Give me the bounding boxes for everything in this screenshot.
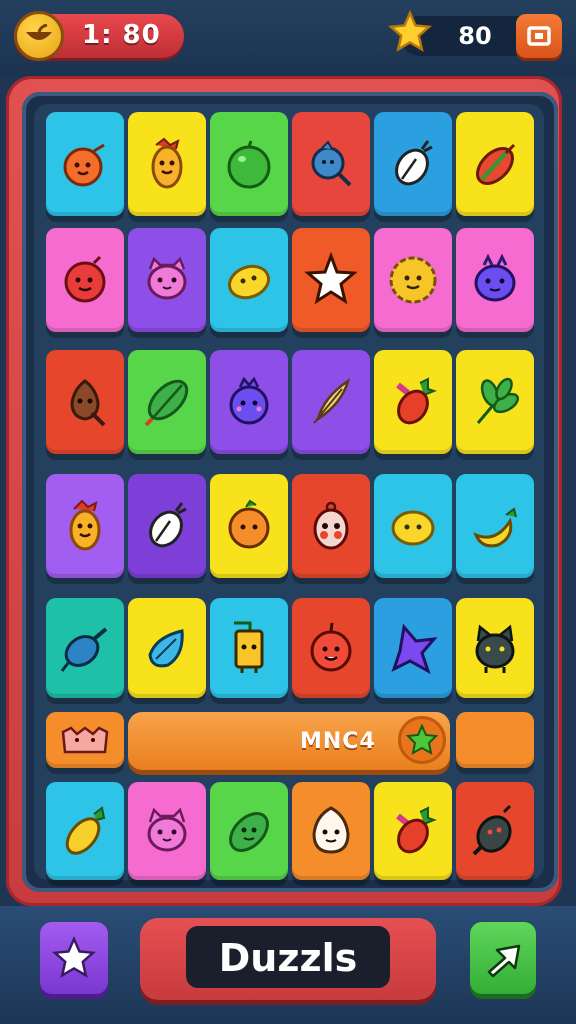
tile-sun-face[interactable] [374, 228, 452, 332]
tile-lemon-face[interactable] [210, 228, 288, 332]
tile-pear-dark[interactable] [456, 782, 534, 880]
tile-leaves[interactable] [456, 350, 534, 454]
arrow-right-icon [487, 944, 521, 978]
tile-orange-face[interactable] [210, 474, 288, 578]
tile-monster-face[interactable] [456, 228, 534, 332]
tile-cat-monster[interactable] [456, 598, 534, 698]
tile-star-purple[interactable] [374, 598, 452, 698]
tile-strawberry-2[interactable] [374, 782, 452, 880]
tile-radish-2[interactable] [128, 474, 206, 578]
tile-drop[interactable] [128, 598, 206, 698]
timer-readout: 1: 80 [82, 20, 161, 50]
menu-button[interactable] [516, 14, 562, 58]
tile-leaf[interactable] [128, 350, 206, 454]
tile-mango[interactable] [46, 782, 124, 880]
tile-pear-face[interactable] [46, 350, 124, 454]
tile-mango-face[interactable] [128, 112, 206, 216]
tile-radish[interactable] [374, 112, 452, 216]
tile-leaf-fruit[interactable] [456, 112, 534, 216]
tile-egg-face[interactable] [292, 474, 370, 578]
score-readout: 80 [458, 22, 492, 50]
next-button[interactable] [470, 922, 536, 994]
tile-banana[interactable] [456, 474, 534, 578]
tile-star[interactable] [292, 228, 370, 332]
tile-strawberry[interactable] [374, 350, 452, 454]
tile-cat-face-2[interactable] [128, 782, 206, 880]
star-icon [52, 936, 96, 978]
tile-mango-face-2[interactable] [46, 474, 124, 578]
tile-berry-face[interactable] [210, 350, 288, 454]
favorite-button[interactable] [40, 922, 108, 994]
tile-ghost-face[interactable] [292, 782, 370, 880]
tile-lemon-face-2[interactable] [374, 474, 452, 578]
tile-apple-face[interactable] [46, 228, 124, 332]
tile-blob-face[interactable] [46, 712, 124, 768]
tile-lime[interactable] [210, 112, 288, 216]
tile-empty[interactable] [456, 712, 534, 768]
star-icon [388, 9, 432, 54]
bowl-icon [14, 11, 64, 61]
bonus-label: MNC4 [300, 729, 376, 754]
tile-feather[interactable] [292, 350, 370, 454]
tile-apple-face-2[interactable] [292, 598, 370, 698]
tile-juice-box[interactable] [210, 598, 288, 698]
tile-cat-face[interactable] [128, 228, 206, 332]
tile-fish[interactable] [46, 598, 124, 698]
tile-carrot-face[interactable] [46, 112, 124, 216]
tile-fish-face[interactable] [292, 112, 370, 216]
game-title: Duzzls [218, 936, 358, 980]
leaf-star-icon[interactable] [398, 716, 446, 764]
tile-leaf-face[interactable] [210, 782, 288, 880]
menu-square-icon [527, 26, 551, 46]
